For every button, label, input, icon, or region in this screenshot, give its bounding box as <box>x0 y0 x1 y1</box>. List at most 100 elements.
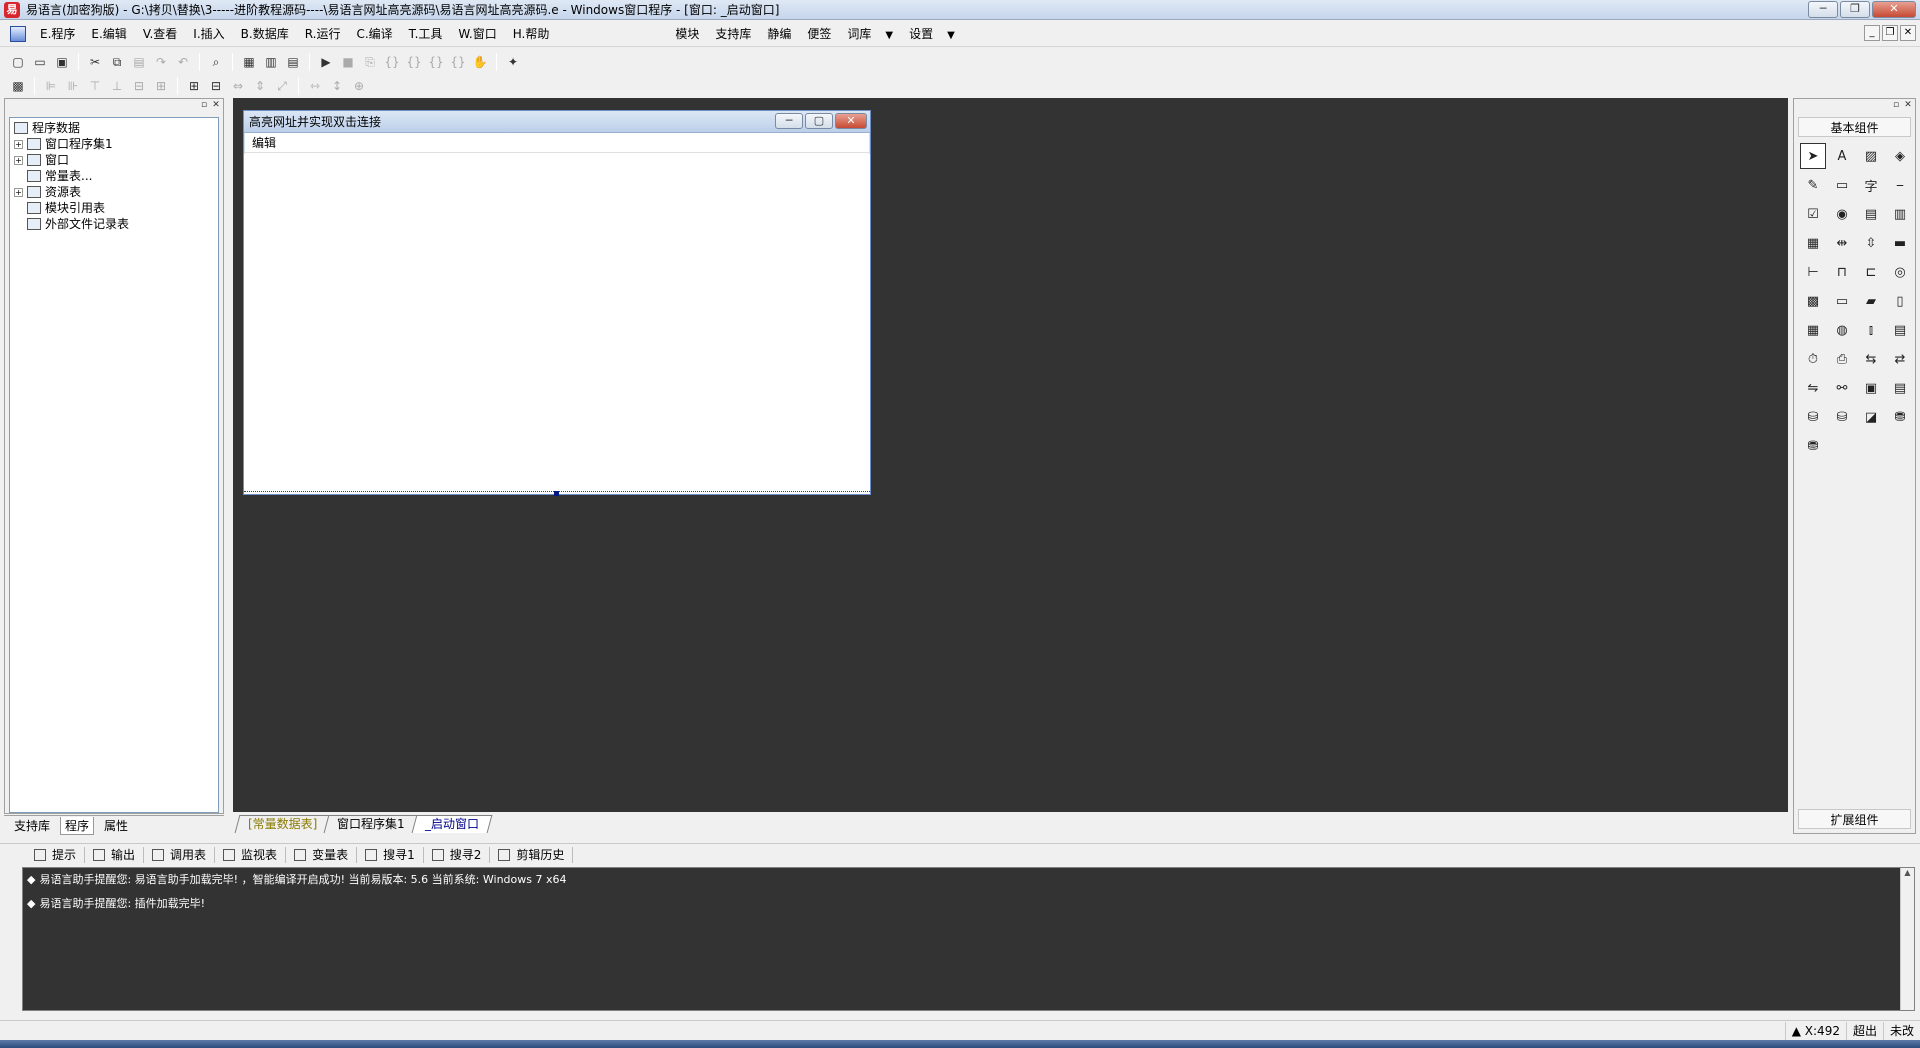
new-file-icon[interactable]: ▢ <box>8 52 28 72</box>
step-out-icon[interactable]: {} <box>426 52 446 72</box>
line-icon[interactable]: ⎯ <box>1887 172 1913 198</box>
center-horizontal-icon[interactable]: ⊞ <box>184 76 204 96</box>
tab-constant-table[interactable]: [常量数据表] <box>234 815 331 833</box>
layout-3-icon[interactable]: ▤ <box>283 52 303 72</box>
label-icon[interactable]: A <box>1829 143 1855 169</box>
align-bottom-icon[interactable]: ⊥ <box>107 76 127 96</box>
list-view-icon[interactable]: ▦ <box>1800 230 1826 256</box>
mdi-restore-button[interactable]: ❐ <box>1882 25 1898 41</box>
close-icon[interactable]: ✕ <box>211 100 221 110</box>
chart-icon[interactable]: ◪ <box>1858 404 1884 430</box>
tab-search-2[interactable]: 搜寻2 <box>424 846 491 863</box>
date-box-icon[interactable]: ▭ <box>1829 288 1855 314</box>
group-box-icon[interactable]: ⊏ <box>1858 259 1884 285</box>
db-icon[interactable]: ⛁ <box>1829 404 1855 430</box>
layout-1-icon[interactable]: ▦ <box>239 52 259 72</box>
menu-view[interactable]: V.查看 <box>135 21 185 47</box>
shape-icon[interactable]: ◈ <box>1887 143 1913 169</box>
form-canvas[interactable] <box>244 154 870 496</box>
form-minimize-button[interactable]: ─ <box>775 113 803 129</box>
document-icon[interactable]: ▯ <box>1887 288 1913 314</box>
form-designer-window[interactable]: 高亮网址并实现双击连接 ─ ▢ ✕ 编辑 <box>243 110 871 496</box>
tree-item-window[interactable]: + 窗口 <box>14 152 214 168</box>
output-scrollbar[interactable]: ▲ <box>1900 868 1914 1010</box>
edit-box-icon[interactable]: ✎ <box>1800 172 1826 198</box>
network-server-icon[interactable]: ⇄ <box>1887 346 1913 372</box>
tree-item-constants[interactable]: 常量表... <box>14 168 214 184</box>
form-close-button[interactable]: ✕ <box>835 113 867 129</box>
slider-icon[interactable]: ⊢ <box>1800 259 1826 285</box>
align-top-icon[interactable]: ⊤ <box>85 76 105 96</box>
vscroll-icon[interactable]: ⇳ <box>1858 230 1884 256</box>
tab-output[interactable]: 输出 <box>85 846 145 863</box>
hand-icon[interactable]: ✋ <box>470 52 490 72</box>
resize-handle[interactable] <box>554 491 559 496</box>
step-into-icon[interactable]: {} <box>382 52 402 72</box>
combo-box-icon[interactable]: ▤ <box>1858 201 1884 227</box>
pin-icon[interactable]: ▫ <box>199 100 209 110</box>
undo-icon[interactable]: ↶ <box>173 52 193 72</box>
menu-program[interactable]: E.程序 <box>32 21 83 47</box>
stop-icon[interactable]: ■ <box>338 52 358 72</box>
tab-control-icon[interactable]: ⊓ <box>1829 259 1855 285</box>
menu-edit[interactable]: E.编辑 <box>83 21 134 47</box>
checkbox-icon[interactable]: ☑ <box>1800 201 1826 227</box>
same-height-icon[interactable]: ⇕ <box>250 76 270 96</box>
menu-notes[interactable]: 便签 <box>799 21 839 47</box>
frame-icon[interactable]: ▣ <box>1858 375 1884 401</box>
menu-insert[interactable]: I.插入 <box>185 21 232 47</box>
data-link-icon[interactable]: ⇋ <box>1800 375 1826 401</box>
open-folder-icon[interactable]: ▭ <box>30 52 50 72</box>
pointer-icon[interactable]: ➤ <box>1800 143 1826 169</box>
program-icon[interactable] <box>10 25 26 42</box>
paste-icon[interactable]: ▤ <box>129 52 149 72</box>
radio-icon[interactable]: ◉ <box>1829 201 1855 227</box>
network-client-icon[interactable]: ⇆ <box>1858 346 1884 372</box>
run-icon[interactable]: ▶ <box>316 52 336 72</box>
copy-icon[interactable]: ⧉ <box>107 52 127 72</box>
grid-icon[interactable]: ▩ <box>8 76 28 96</box>
port-icon[interactable]: ⚯ <box>1829 375 1855 401</box>
table-icon[interactable]: ▦ <box>1800 317 1826 343</box>
tree-item-program-data[interactable]: 程序数据 <box>14 120 214 136</box>
list-box-icon[interactable]: ▥ <box>1887 201 1913 227</box>
extended-components-header[interactable]: 扩展组件 <box>1798 809 1911 829</box>
close-button[interactable]: ✕ <box>1872 1 1916 18</box>
restore-button[interactable]: ❐ <box>1840 1 1870 18</box>
tab-order-icon[interactable]: ⊕ <box>349 76 369 96</box>
toolbar-icon[interactable]: ▤ <box>1887 317 1913 343</box>
close-icon[interactable]: ✕ <box>1903 100 1913 110</box>
form-title-bar[interactable]: 高亮网址并实现双击连接 ─ ▢ ✕ <box>244 111 870 133</box>
tree-item-resources[interactable]: + 资源表 <box>14 184 214 200</box>
tab-program[interactable]: 程序 <box>60 816 95 835</box>
menu-lexicon[interactable]: 词库 ▼ <box>839 21 901 47</box>
expand-icon[interactable]: + <box>14 139 23 149</box>
progress-icon[interactable]: ▬ <box>1887 230 1913 256</box>
minimize-button[interactable]: ─ <box>1808 1 1838 18</box>
center-vertical-icon[interactable]: ⊟ <box>206 76 226 96</box>
align-left-icon[interactable]: ⊫ <box>41 76 61 96</box>
redo-icon[interactable]: ↷ <box>151 52 171 72</box>
menu-window[interactable]: W.窗口 <box>450 21 504 47</box>
menu-run[interactable]: R.运行 <box>297 21 349 47</box>
printer-icon[interactable]: ⎙ <box>1829 346 1855 372</box>
mdi-close-button[interactable]: ✕ <box>1900 25 1916 41</box>
tab-watch[interactable]: 监视表 <box>215 846 287 863</box>
menu-support-lib[interactable]: 支持库 <box>707 21 759 47</box>
menu-help[interactable]: H.帮助 <box>505 21 558 47</box>
align-right-icon[interactable]: ⊪ <box>63 76 83 96</box>
calendar-icon[interactable]: ▩ <box>1800 288 1826 314</box>
hscroll-icon[interactable]: ⇹ <box>1829 230 1855 256</box>
run-to-cursor-icon[interactable]: {} <box>448 52 468 72</box>
menu-compile[interactable]: C.编译 <box>348 21 400 47</box>
tab-clipboard-history[interactable]: 剪辑历史 <box>490 846 574 863</box>
mdi-minimize-button[interactable]: _ <box>1864 25 1880 41</box>
align-center-v-icon[interactable]: ⊞ <box>151 76 171 96</box>
data-source-icon[interactable]: ▤ <box>1887 375 1913 401</box>
expand-icon[interactable]: + <box>14 187 23 197</box>
globe-icon[interactable]: ◍ <box>1829 317 1855 343</box>
odbc-db-icon[interactable]: ⛃ <box>1800 433 1826 459</box>
step-icon[interactable]: ⎘ <box>360 52 380 72</box>
tab-search-1[interactable]: 搜寻1 <box>357 846 424 863</box>
text-icon[interactable]: 字 <box>1858 172 1884 198</box>
